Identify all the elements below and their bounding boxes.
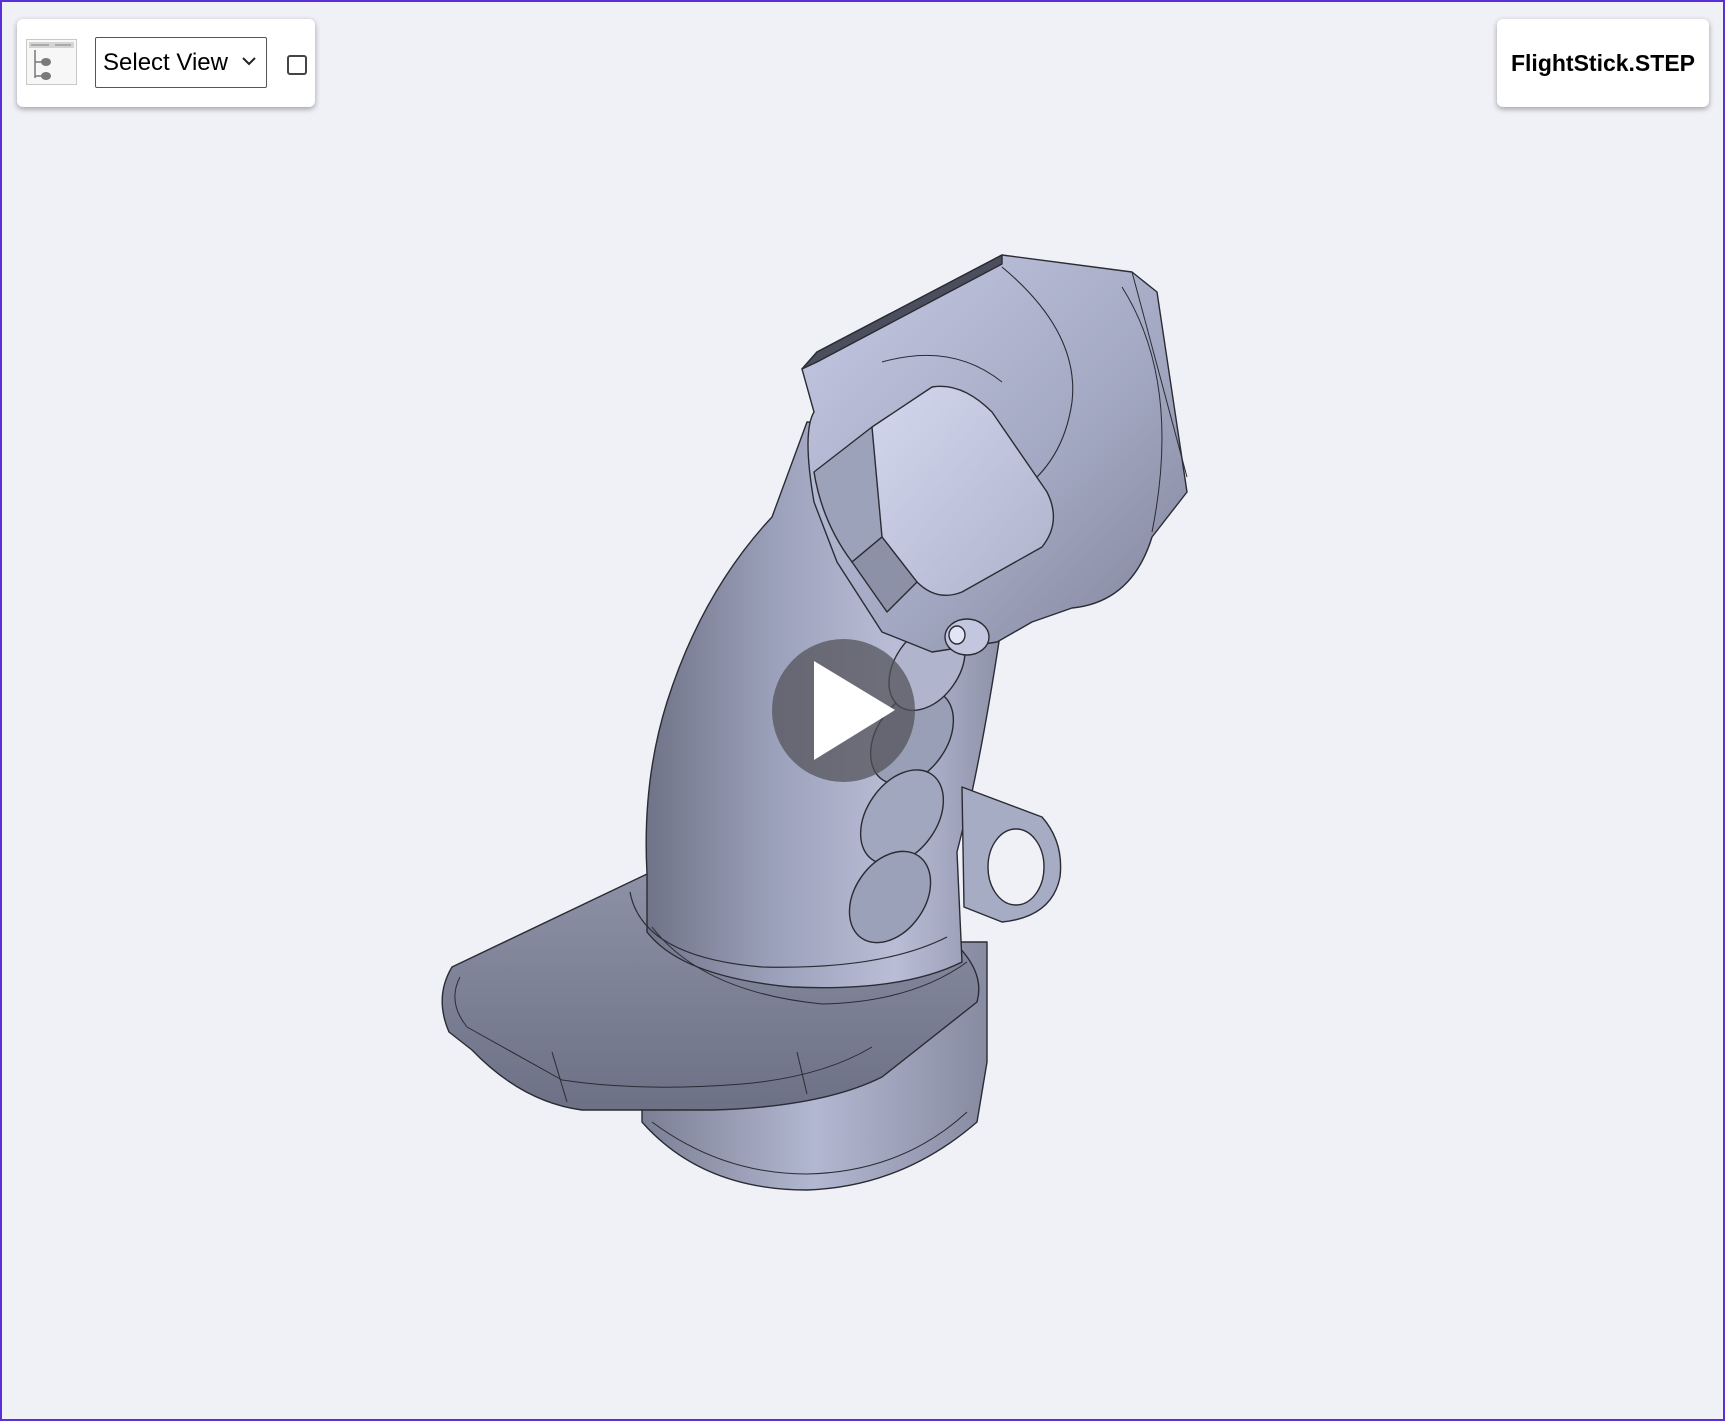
play-button[interactable] xyxy=(772,639,915,782)
model-tree-button[interactable] xyxy=(26,39,77,85)
select-view-value: Select View xyxy=(103,48,228,76)
file-name-panel: FlightStick.STEP xyxy=(1497,19,1709,107)
model-tree-icon xyxy=(29,42,74,80)
chevron-down-icon xyxy=(242,57,256,66)
toolbar-checkbox[interactable] xyxy=(287,55,307,75)
file-name: FlightStick.STEP xyxy=(1510,49,1696,76)
3d-viewer[interactable]: Select View FlightStick.STEP xyxy=(0,0,1725,1421)
play-icon xyxy=(814,661,895,760)
select-view-dropdown[interactable]: Select View xyxy=(95,37,267,88)
view-toolbar: Select View xyxy=(17,19,315,107)
